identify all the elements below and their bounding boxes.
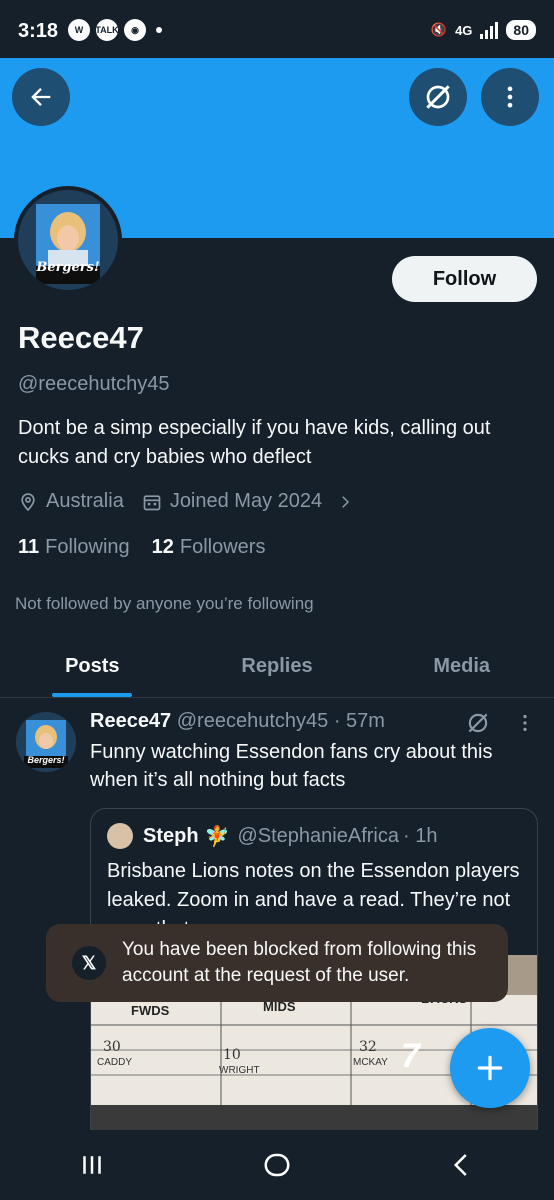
signal-icon	[480, 21, 499, 39]
system-nav-bar	[0, 1130, 554, 1200]
wordpress-icon: W	[68, 19, 90, 41]
compose-button[interactable]	[450, 1028, 530, 1108]
post-handle[interactable]: @reecehutchy45	[177, 710, 329, 732]
post-text: Funny watching Essendon fans cry about t…	[90, 741, 493, 791]
more-notifications-dot	[156, 27, 162, 33]
board-name-3: MCKAY	[353, 1057, 388, 1068]
board-number-3: 32	[359, 1039, 377, 1055]
followers-link[interactable]: 12 Followers	[152, 536, 266, 559]
more-vertical-icon	[507, 86, 513, 108]
followers-count: 12	[151, 536, 174, 558]
post-avatar[interactable]: Bergers!	[16, 712, 76, 772]
back-button[interactable]	[12, 68, 70, 126]
channel7-logo: 7	[401, 1037, 420, 1075]
chevron-right-icon	[342, 495, 350, 508]
following-label: Following	[45, 536, 130, 558]
network-label: 4G	[455, 22, 473, 38]
x-logo-icon: 𝕏	[72, 946, 106, 980]
tab-posts[interactable]: Posts	[0, 636, 185, 697]
battery-indicator: 80	[506, 20, 536, 40]
follow-counts: 11 Following 12 Followers	[18, 536, 265, 559]
profile-handle: @reecehutchy45	[18, 373, 170, 395]
board-name-1: CADDY	[97, 1057, 133, 1068]
plus-icon	[477, 1055, 503, 1081]
post-more-icon[interactable]	[514, 712, 536, 734]
avatar-image	[18, 190, 118, 290]
location: Australia	[18, 490, 124, 513]
grok-button[interactable]	[409, 68, 467, 126]
back-nav-icon[interactable]	[447, 1150, 477, 1180]
calendar-icon	[143, 494, 161, 510]
discord-icon: ◉	[124, 19, 146, 41]
following-link[interactable]: 11 Following	[18, 536, 130, 559]
location-text: Australia	[46, 490, 124, 512]
post-avatar-caption: Bergers!	[27, 755, 65, 765]
mute-icon: 🔇	[430, 22, 448, 37]
quote-emoji: 🧚	[204, 825, 230, 848]
status-time: 3:18	[18, 20, 59, 42]
notification-icons: W TALK ◉	[68, 19, 162, 41]
quote-header: Steph 🧚 @StephanieAfrica · 1h	[107, 823, 437, 849]
board-name-2: WRIGHT	[219, 1065, 260, 1076]
blocked-toast: 𝕏 You have been blocked from following t…	[46, 924, 508, 1002]
profile-tabs: Posts Replies Media	[0, 636, 554, 698]
joined-date[interactable]: Joined May 2024	[142, 490, 354, 513]
follow-button[interactable]: Follow	[392, 256, 537, 302]
avatar-caption: Bergers!	[36, 260, 100, 275]
post-header: Reece47 @reecehutchy45 · 57m	[90, 710, 385, 733]
post-author[interactable]: Reece47	[90, 710, 171, 732]
quote-time: · 1h	[402, 824, 438, 847]
profile-bio: Dont be a simp especially if you have ki…	[18, 417, 491, 468]
profile-meta: Australia Joined May 2024	[18, 490, 372, 513]
following-count: 11	[18, 536, 40, 558]
board-number-1: 30	[103, 1039, 121, 1055]
not-followed-text: Not followed by anyone you’re following	[15, 594, 314, 613]
status-right: 🔇 4G 80	[431, 20, 536, 40]
profile-avatar[interactable]: Bergers!	[14, 186, 122, 294]
toast-message: You have been blocked from following thi…	[122, 939, 477, 986]
status-bar: 3:18 W TALK ◉ 🔇 4G 80	[0, 0, 554, 58]
more-options-button[interactable]	[481, 68, 539, 126]
grok-icon	[426, 85, 450, 109]
tab-media[interactable]: Media	[369, 636, 554, 697]
display-name: Reece47	[18, 320, 144, 355]
followers-label: Followers	[179, 536, 266, 558]
quote-handle: @StephanieAfrica	[237, 824, 399, 847]
post-grok-icon[interactable]	[465, 710, 491, 736]
home-icon[interactable]	[262, 1150, 292, 1180]
location-pin-icon	[21, 492, 35, 511]
quote-author: Steph	[143, 824, 199, 847]
recent-apps-icon[interactable]	[77, 1150, 107, 1180]
joined-text: Joined May 2024	[169, 490, 323, 512]
tab-replies[interactable]: Replies	[185, 636, 370, 697]
board-number-2: 10	[223, 1047, 241, 1063]
talk-icon: TALK	[95, 19, 119, 41]
board-label-fwds: FWDS	[131, 1003, 170, 1018]
quote-avatar	[107, 823, 133, 849]
post-time: · 57m	[333, 710, 385, 732]
arrow-left-icon	[31, 88, 51, 106]
